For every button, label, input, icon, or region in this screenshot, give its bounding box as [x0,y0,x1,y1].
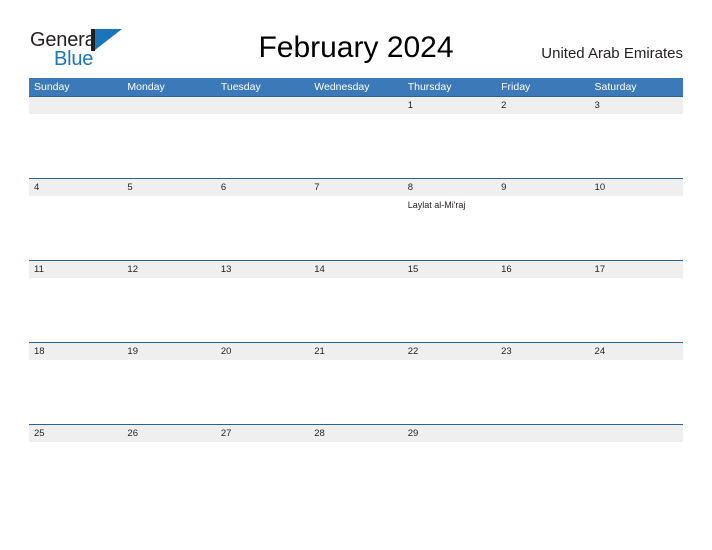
day-cell[interactable] [29,360,122,424]
date-number[interactable]: 7 [309,179,402,196]
date-number[interactable] [122,97,215,114]
region-label: United Arab Emirates [541,45,683,62]
date-number[interactable]: 4 [29,179,122,196]
day-cell[interactable] [216,278,309,342]
week-event-band [29,360,683,424]
page-header: General Blue February 2024 United Arab E… [0,0,712,78]
weekday-header-saturday: Saturday [594,81,637,93]
day-cell[interactable] [403,278,496,342]
date-number[interactable] [29,97,122,114]
weekday-header-monday: Monday [127,81,165,93]
date-number[interactable]: 26 [122,425,215,442]
date-number[interactable]: 9 [496,179,589,196]
day-cell[interactable] [122,196,215,260]
day-cell[interactable] [216,114,309,178]
day-cell[interactable] [590,442,683,506]
date-number[interactable]: 28 [309,425,402,442]
day-cell-holiday[interactable]: Laylat al-Mi'raj [403,196,496,260]
date-number[interactable]: 12 [122,261,215,278]
week-event-band: Laylat al-Mi'raj [29,196,683,260]
day-cell[interactable] [403,442,496,506]
day-cell[interactable] [122,114,215,178]
date-number[interactable]: 1 [403,97,496,114]
date-number[interactable]: 5 [122,179,215,196]
date-number[interactable]: 24 [590,343,683,360]
week-event-band [29,114,683,178]
date-number[interactable]: 15 [403,261,496,278]
date-number[interactable]: 18 [29,343,122,360]
date-number[interactable]: 17 [590,261,683,278]
date-number[interactable] [590,425,683,442]
calendar-page: General Blue February 2024 United Arab E… [0,0,712,550]
event-label: Laylat al-Mi'raj [407,200,466,210]
date-number[interactable] [496,425,589,442]
week-date-band: 25 26 27 28 29 [29,425,683,442]
date-number[interactable]: 10 [590,179,683,196]
date-number[interactable]: 29 [403,425,496,442]
week-date-band: 4 5 6 7 8 9 10 [29,179,683,196]
date-number[interactable]: 19 [122,343,215,360]
day-cell[interactable] [590,196,683,260]
date-number[interactable]: 8 [403,179,496,196]
day-cell[interactable] [496,196,589,260]
date-number[interactable]: 21 [309,343,402,360]
weekday-header-tuesday: Tuesday [220,81,261,93]
day-cell[interactable] [496,278,589,342]
day-cell[interactable] [403,360,496,424]
week-date-band: 11 12 13 14 15 16 17 [29,261,683,278]
date-number[interactable]: 3 [590,97,683,114]
day-cell[interactable] [590,114,683,178]
date-number[interactable]: 2 [496,97,589,114]
day-cell[interactable] [122,278,215,342]
day-cell[interactable] [29,278,122,342]
day-cell[interactable] [29,442,122,506]
day-cell[interactable] [216,196,309,260]
day-cell[interactable] [309,442,402,506]
date-number[interactable]: 14 [309,261,402,278]
date-number[interactable] [309,97,402,114]
day-cell[interactable] [122,442,215,506]
week-event-band [29,442,683,506]
day-cell[interactable] [403,114,496,178]
day-cell[interactable] [496,360,589,424]
day-cell[interactable] [496,442,589,506]
date-number[interactable]: 22 [403,343,496,360]
day-cell[interactable] [216,442,309,506]
day-cell[interactable] [590,360,683,424]
day-cell[interactable] [29,196,122,260]
date-number[interactable]: 27 [216,425,309,442]
day-cell[interactable] [29,114,122,178]
weekday-header-sunday: Sunday [34,81,70,93]
calendar-week-row: 25 26 27 28 29 [29,424,683,506]
day-cell[interactable] [590,278,683,342]
weekday-header-row: Sunday Monday Tuesday Wednesday Thursday… [29,78,683,96]
date-number[interactable]: 25 [29,425,122,442]
day-cell[interactable] [216,360,309,424]
day-cell[interactable] [309,114,402,178]
date-number[interactable] [216,97,309,114]
day-cell[interactable] [122,360,215,424]
weekday-header-thursday: Thursday [407,81,452,93]
date-number[interactable]: 20 [216,343,309,360]
calendar-week-row: 4 5 6 7 8 9 10 Laylat al-Mi'raj [29,178,683,260]
date-number[interactable]: 16 [496,261,589,278]
week-event-band [29,278,683,342]
weekday-header-wednesday: Wednesday [314,81,370,93]
day-cell[interactable] [309,360,402,424]
weekday-header-friday: Friday [501,81,531,93]
date-number[interactable]: 13 [216,261,309,278]
date-number[interactable]: 23 [496,343,589,360]
week-date-band: 18 19 20 21 22 23 24 [29,343,683,360]
date-number[interactable]: 11 [29,261,122,278]
calendar-week-row: 1 2 3 [29,96,683,178]
week-date-band: 1 2 3 [29,97,683,114]
day-cell[interactable] [496,114,589,178]
calendar-grid: Sunday Monday Tuesday Wednesday Thursday… [29,78,683,506]
calendar-week-row: 18 19 20 21 22 23 24 [29,342,683,424]
calendar-week-row: 11 12 13 14 15 16 17 [29,260,683,342]
day-cell[interactable] [309,196,402,260]
date-number[interactable]: 6 [216,179,309,196]
day-cell[interactable] [309,278,402,342]
